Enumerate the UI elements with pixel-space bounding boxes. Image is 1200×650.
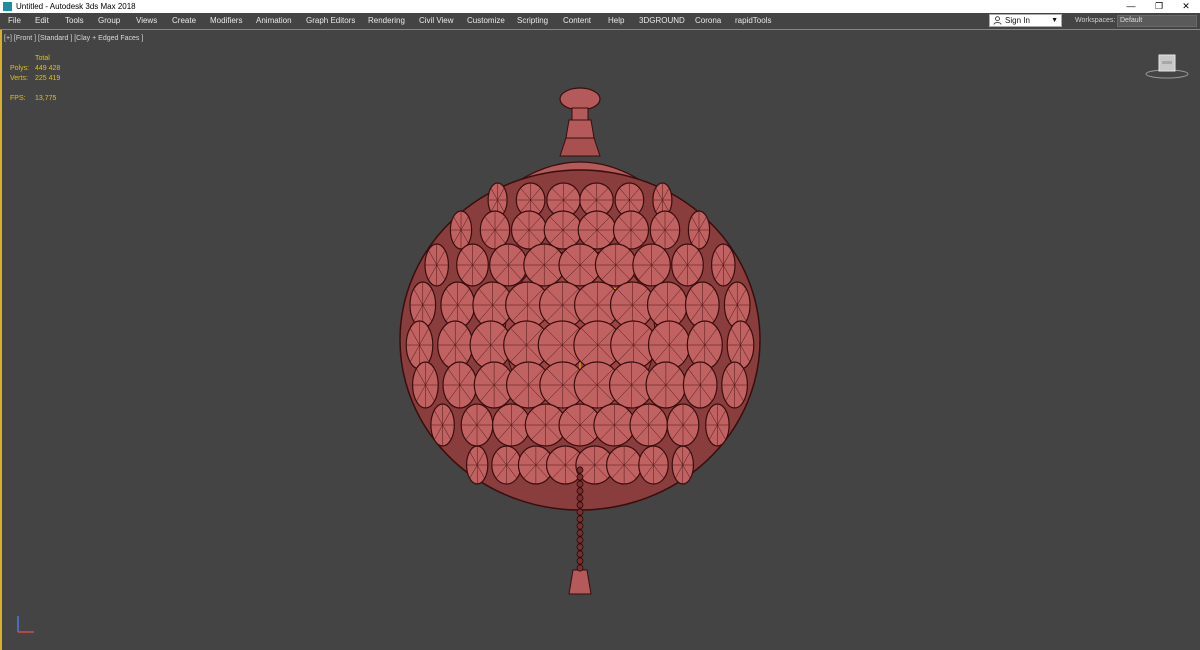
menu-animation[interactable]: Animation (256, 13, 292, 29)
menu-civil-view[interactable]: Civil View (419, 13, 454, 29)
chain-link (576, 508, 584, 516)
stats-total-header: Total (35, 55, 50, 62)
menu-views[interactable]: Views (136, 13, 157, 29)
chain-link (576, 536, 584, 544)
chain-link (576, 487, 584, 495)
menu-group[interactable]: Group (98, 13, 120, 29)
workspaces-label: Workspaces: (1075, 17, 1116, 24)
chain-link (576, 501, 584, 509)
window-title: Untitled - Autodesk 3ds Max 2018 (16, 2, 136, 11)
menu-rapidtools[interactable]: rapidTools (735, 13, 771, 29)
chain-link (576, 564, 584, 572)
menu-modifiers[interactable]: Modifiers (210, 13, 242, 29)
chain-link (576, 550, 584, 558)
menu-edit[interactable]: Edit (35, 13, 49, 29)
chain-link (576, 480, 584, 488)
workspaces-select[interactable]: Default (1117, 15, 1197, 27)
minimize-button[interactable]: — (1117, 0, 1145, 13)
stats-fps-value: 13,775 (35, 95, 57, 102)
sign-in-dropdown[interactable]: Sign In ▼ (989, 14, 1062, 27)
chain-link (576, 543, 584, 551)
axis-gizmo-icon (17, 616, 34, 633)
chain-link (576, 557, 584, 565)
stats-fps-label: FPS: (10, 95, 26, 102)
menu-create[interactable]: Create (172, 13, 196, 29)
3dsmax-app-icon (3, 2, 12, 11)
chain-link (576, 515, 584, 523)
stats-verts-label: Verts: (10, 75, 28, 82)
lamp-chain-links (576, 466, 584, 572)
chain-link (576, 466, 584, 474)
menu-tools[interactable]: Tools (65, 13, 84, 29)
viewport-label[interactable]: [+] [Front ] [Standard ] [Clay + Edged F… (4, 34, 143, 43)
menu-content[interactable]: Content (563, 13, 591, 29)
stats-polys-label: Polys: (10, 65, 30, 72)
stats-polys-value: 449 428 (35, 65, 61, 72)
chain-link (576, 473, 584, 481)
menu-customize[interactable]: Customize (467, 13, 505, 29)
menu-file[interactable]: File (8, 13, 21, 29)
chain-link (576, 529, 584, 537)
stats-verts-value: 225 419 (35, 75, 61, 82)
chevron-down-icon: ▼ (1051, 17, 1058, 24)
restore-button[interactable]: ❐ (1145, 0, 1173, 13)
menu-rendering[interactable]: Rendering (368, 13, 405, 29)
menu-graph-editors[interactable]: Graph Editors (306, 13, 355, 29)
chain-link (576, 522, 584, 530)
lamp-model[interactable] (380, 80, 780, 600)
viewcube-icon[interactable] (1145, 52, 1189, 80)
title-bar: Untitled - Autodesk 3ds Max 2018 — ❐ ✕ (0, 0, 1200, 13)
user-icon (993, 16, 1002, 25)
chain-link (576, 494, 584, 502)
menu-3dground[interactable]: 3DGROUND (639, 13, 685, 29)
menu-corona[interactable]: Corona (695, 13, 721, 29)
sign-in-label: Sign In (1005, 16, 1030, 25)
close-button[interactable]: ✕ (1172, 0, 1200, 13)
menu-help[interactable]: Help (608, 13, 624, 29)
menu-scripting[interactable]: Scripting (517, 13, 548, 29)
